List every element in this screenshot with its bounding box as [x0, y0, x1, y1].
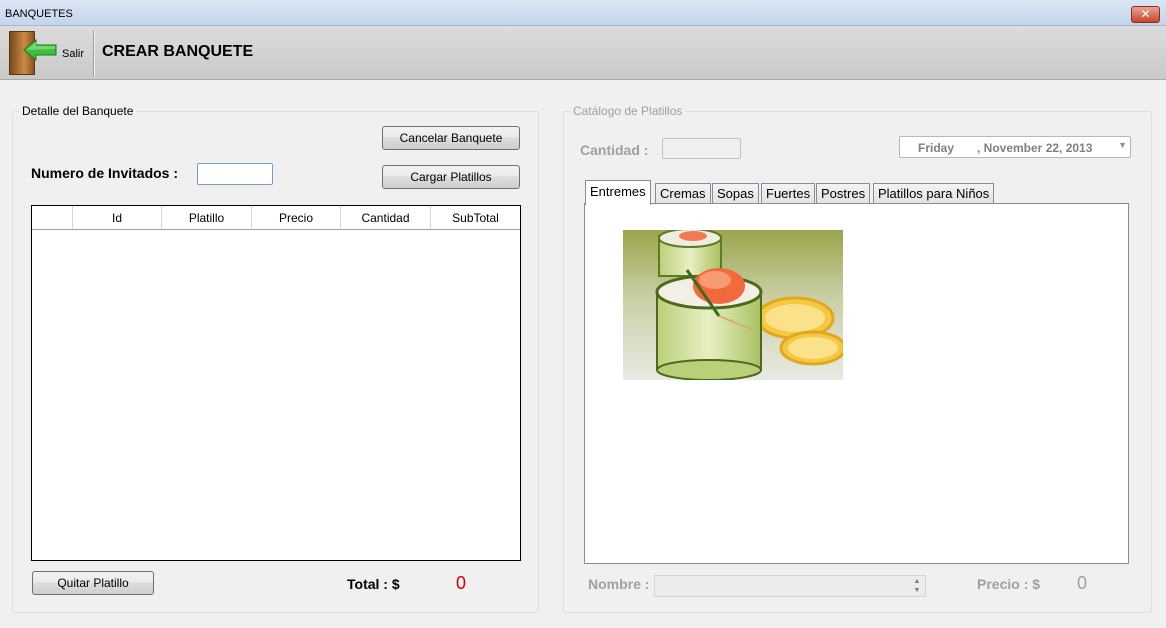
guests-input[interactable] [197, 163, 273, 185]
window-title: BANQUETES [5, 8, 73, 20]
load-dishes-button[interactable]: Cargar Platillos [382, 165, 520, 189]
tab-entremes[interactable]: Entremes [585, 180, 651, 205]
exit-label: Salir [62, 48, 85, 60]
toolbar: Salir CREAR BANQUETE [0, 26, 1166, 80]
tab-platillos-ninos[interactable]: Platillos para Niños [873, 183, 995, 204]
row-header-column [32, 206, 73, 229]
window-titlebar: BANQUETES ✕ [0, 0, 1166, 26]
column-cantidad[interactable]: Cantidad [341, 206, 431, 229]
name-field[interactable]: ▲ ▼ [654, 575, 926, 597]
catalogo-legend: Catálogo de Platillos [570, 104, 686, 118]
dish-photo[interactable] [623, 230, 843, 380]
close-button[interactable]: ✕ [1131, 6, 1160, 23]
price-value: 0 [1077, 573, 1088, 593]
close-icon: ✕ [1140, 7, 1151, 21]
tab-fuertes[interactable]: Fuertes [761, 183, 816, 204]
price-label: Precio : $ [977, 576, 1041, 592]
cancel-banquet-button[interactable]: Cancelar Banquete [382, 126, 520, 150]
column-id[interactable]: Id [73, 206, 162, 229]
tab-cremas[interactable]: Cremas [655, 183, 711, 204]
name-label: Nombre : [588, 576, 650, 592]
guests-label: Numero de Invitados : [31, 165, 179, 181]
quantity-label: Cantidad : [580, 142, 649, 158]
table-header: Id Platillo Precio Cantidad SubTotal [32, 206, 520, 230]
column-precio[interactable]: Precio [252, 206, 341, 229]
exit-button[interactable]: Salir [3, 29, 91, 77]
date-day: Friday [918, 141, 955, 155]
tab-panel-entremes [584, 203, 1129, 564]
page-title: CREAR BANQUETE [102, 43, 254, 60]
exit-arrow-icon [23, 39, 57, 61]
total-value: 0 [456, 573, 467, 593]
quantity-input[interactable] [662, 138, 741, 159]
column-subtotal[interactable]: SubTotal [431, 206, 520, 229]
column-platillo[interactable]: Platillo [162, 206, 252, 229]
detalle-legend: Detalle del Banquete [19, 104, 137, 118]
dishes-table[interactable]: Id Platillo Precio Cantidad SubTotal [31, 205, 521, 561]
toolbar-separator [93, 30, 94, 76]
date-picker[interactable]: Friday , November 22, 2013 ▼ [899, 136, 1131, 158]
date-value: , November 22, 2013 [977, 141, 1093, 155]
remove-dish-button[interactable]: Quitar Platillo [32, 571, 154, 595]
chevron-down-icon[interactable]: ▼ [1118, 140, 1127, 150]
spinner-arrows-icon[interactable]: ▲ ▼ [910, 577, 924, 595]
tab-postres[interactable]: Postres [816, 183, 871, 204]
tab-sopas[interactable]: Sopas [712, 183, 759, 204]
total-label: Total : $ [347, 576, 400, 592]
